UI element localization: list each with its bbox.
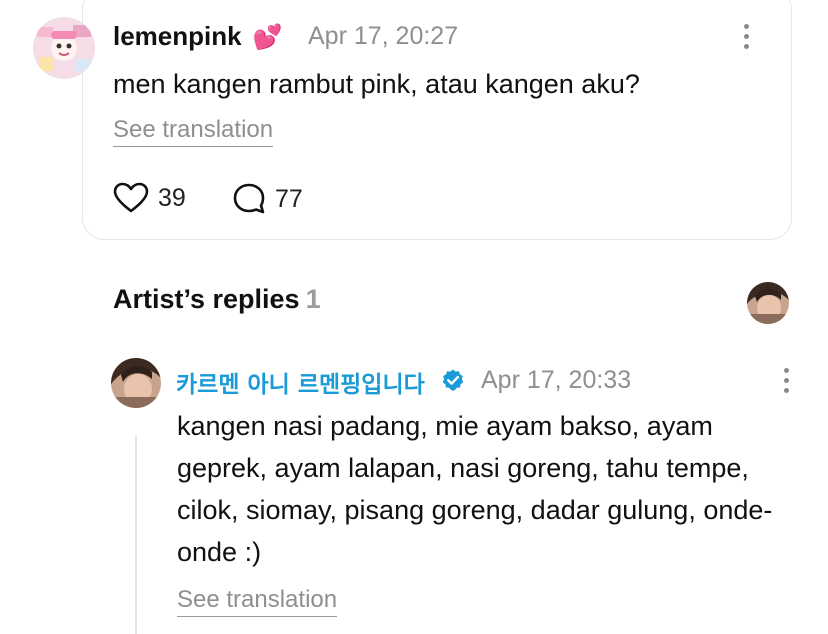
reply-more-vertical-icon[interactable] <box>782 366 792 396</box>
reply-timestamp: Apr 17, 20:33 <box>481 366 632 394</box>
reply-author-avatar[interactable] <box>111 358 161 408</box>
commenter-avatar[interactable] <box>33 17 95 79</box>
heart-outline-icon <box>113 182 149 213</box>
artist-replies-heading: Artist’s replies 1 <box>113 284 321 315</box>
artist-replies-title: Artist’s replies <box>113 284 300 314</box>
comment-author[interactable]: lemenpink 💕 <box>113 21 283 52</box>
reply-count: 77 <box>275 184 303 213</box>
like-count: 39 <box>158 183 186 212</box>
reply-author[interactable]: 카르멘 아니 르멘핑입니다 <box>176 365 425 399</box>
reply-text: kangen nasi padang, mie ayam bakso, ayam… <box>177 411 773 567</box>
reply-author-name[interactable]: 카르멘 아니 르멘핑입니다 <box>176 372 425 398</box>
like-button[interactable]: 39 <box>113 182 186 214</box>
see-translation-link[interactable]: See translation <box>113 116 274 147</box>
artist-replies-count: 1 <box>305 284 321 314</box>
comment-text: men kangen rambut pink, atau kangen aku? <box>113 69 640 99</box>
reply-button[interactable]: 77 <box>232 182 303 216</box>
more-vertical-icon[interactable] <box>742 22 752 52</box>
comment-author-name[interactable]: lemenpink <box>113 21 242 51</box>
verified-badge-icon <box>442 369 464 391</box>
heart-emoji-icon: 💕 <box>252 23 283 51</box>
thread-line <box>135 436 137 634</box>
comment-timestamp: Apr 17, 20:27 <box>308 22 459 50</box>
speech-bubble-icon <box>233 183 265 214</box>
artist-avatar-small[interactable] <box>747 282 789 324</box>
reply-see-translation-link[interactable]: See translation <box>177 586 338 617</box>
